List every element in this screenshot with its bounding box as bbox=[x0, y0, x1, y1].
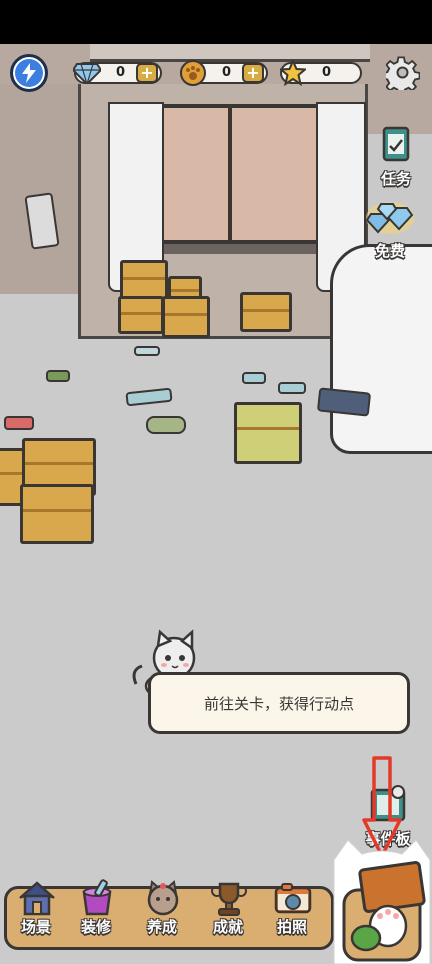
hint-tooltip: 前往关卡，获得行动点 bbox=[148, 672, 410, 734]
task-label: 任务 bbox=[380, 170, 411, 188]
nav-decorate[interactable]: 装修 bbox=[66, 878, 126, 956]
litter[interactable] bbox=[134, 346, 160, 356]
litter[interactable] bbox=[242, 372, 266, 384]
nav-photo-label: 拍照 bbox=[276, 918, 307, 936]
diamond-pile-icon bbox=[365, 202, 414, 234]
task-board-icon bbox=[382, 126, 410, 162]
nav-scene-label: 场景 bbox=[20, 918, 51, 936]
nav-raise-label: 养成 bbox=[146, 918, 177, 936]
cat-face-icon bbox=[147, 880, 179, 916]
hint-text: 前往关卡，获得行动点 bbox=[203, 694, 354, 713]
nav-photo[interactable]: 拍照 bbox=[262, 878, 322, 956]
litter[interactable] bbox=[46, 370, 70, 382]
settings-button[interactable] bbox=[384, 54, 422, 92]
nav-raise[interactable]: 养成 bbox=[132, 878, 192, 956]
lightning-icon bbox=[22, 63, 36, 83]
energy-button[interactable] bbox=[10, 54, 48, 92]
diamond-icon bbox=[72, 58, 102, 88]
status-bar bbox=[0, 0, 432, 44]
top-bar: 0 + 0 + 0 bbox=[0, 50, 432, 96]
trophy-icon bbox=[211, 882, 247, 916]
star-counter: 0 bbox=[280, 60, 362, 86]
task-button[interactable]: 任务 bbox=[368, 124, 424, 189]
open-box[interactable] bbox=[234, 402, 302, 464]
cardboard-box[interactable] bbox=[118, 296, 164, 334]
diamond-count: 0 bbox=[116, 65, 126, 80]
litter[interactable] bbox=[146, 416, 186, 434]
house-icon bbox=[19, 881, 55, 916]
litter[interactable] bbox=[4, 416, 34, 430]
nav-scene[interactable]: 场景 bbox=[6, 878, 66, 956]
paw-coin-icon bbox=[178, 58, 208, 88]
go-to-level-button[interactable] bbox=[332, 840, 432, 964]
litter[interactable] bbox=[278, 382, 306, 394]
paw-coin-counter: 0 + bbox=[180, 60, 268, 86]
add-paw-coin-button[interactable]: + bbox=[242, 63, 264, 83]
paint-bucket-icon bbox=[82, 879, 112, 916]
camera-icon bbox=[274, 883, 312, 914]
blanket-pile bbox=[330, 244, 432, 454]
add-diamond-button[interactable]: + bbox=[136, 63, 158, 83]
paw-coin-count: 0 bbox=[222, 65, 232, 80]
nav-decorate-label: 装修 bbox=[80, 918, 111, 936]
star-count: 0 bbox=[322, 65, 332, 80]
free-diamonds-button[interactable]: 免费 bbox=[362, 196, 418, 261]
window bbox=[152, 104, 336, 254]
cardboard-box[interactable] bbox=[240, 292, 292, 332]
cardboard-box[interactable] bbox=[20, 484, 94, 544]
nav-achievement[interactable]: 成就 bbox=[198, 878, 258, 956]
star-icon bbox=[278, 58, 308, 88]
cardboard-box[interactable] bbox=[162, 296, 210, 338]
diamond-counter: 0 + bbox=[73, 62, 162, 84]
nav-achievement-label: 成就 bbox=[212, 918, 243, 936]
gear-icon bbox=[386, 56, 420, 90]
free-label: 免费 bbox=[374, 242, 405, 260]
